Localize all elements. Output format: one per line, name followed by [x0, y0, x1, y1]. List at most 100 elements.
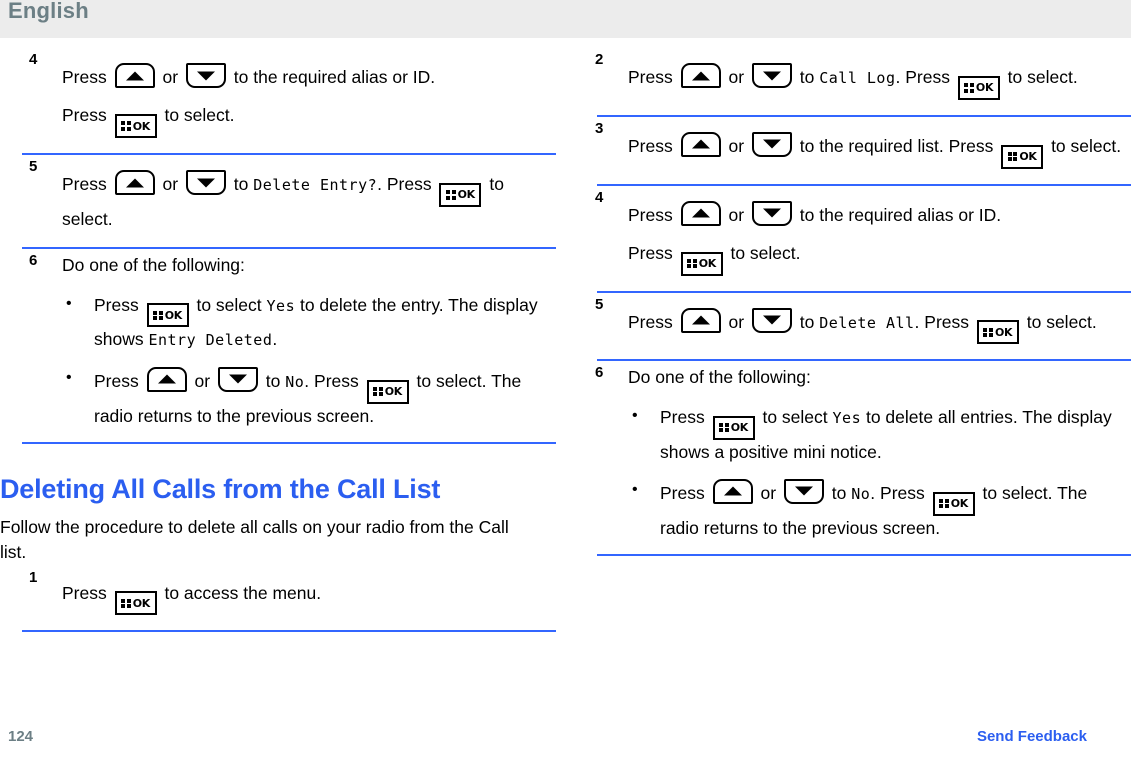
step-line: Press or to Call Log. Press OK to select… — [628, 63, 1122, 100]
ok-key-label: OK — [164, 308, 183, 322]
procedure-step: 3 Press or to the required list. Press OK… — [566, 117, 1131, 180]
menu-grid-icon — [939, 498, 949, 509]
radio-display-string: Yes — [266, 296, 296, 315]
arrow-down-key-icon — [185, 63, 226, 88]
step-bullet-list: Press OK to select Yes to delete all ent… — [628, 404, 1122, 541]
step-divider — [597, 554, 1131, 556]
triangle-glyph — [794, 486, 813, 496]
procedure-step: 5 Press or to Delete All. Press OK to sel… — [566, 293, 1131, 356]
menu-grid-dot — [692, 264, 697, 269]
menu-grid-dot — [724, 422, 729, 427]
body-text: to the required list. Press — [794, 135, 999, 156]
step-body: Do one of the following: Press OK to sele… — [628, 361, 1122, 550]
step-line: Press or to the required alias or ID. — [628, 200, 1122, 228]
body-text: to the required alias or ID. — [228, 67, 436, 87]
step-body: Press or to Delete Entry?. Press OK to s… — [62, 155, 556, 243]
menu-grid-dot — [944, 498, 949, 503]
menu-grid-dot — [153, 310, 158, 315]
triangle-glyph — [762, 71, 781, 80]
body-text: to — [794, 311, 820, 332]
body-text: . Press — [914, 311, 974, 332]
body-text: or — [189, 370, 215, 391]
body-text: . Press — [870, 482, 930, 503]
menu-grid-dot — [1007, 151, 1012, 156]
radio-display-string: Yes — [832, 408, 862, 427]
bullet-item: Press or to No. Press OK to select. The … — [628, 478, 1122, 541]
body-text: or — [723, 135, 749, 156]
menu-grid-dot — [121, 126, 126, 131]
menu-ok-key-icon: OK — [114, 114, 157, 139]
triangle-glyph — [691, 315, 710, 325]
step-number: 5 — [29, 158, 38, 176]
menu-grid-icon — [121, 121, 131, 131]
body-text: Press — [660, 482, 710, 503]
triangle-glyph — [196, 71, 215, 80]
menu-grid-dot — [378, 392, 383, 397]
step-line: Press OK to select. — [628, 241, 1122, 276]
menu-ok-key-icon: OK — [712, 415, 755, 440]
arrow-up-key-icon — [114, 63, 155, 88]
menu-grid-dot — [1007, 157, 1012, 162]
menu-grid-dot — [719, 428, 724, 433]
menu-ok-key-icon: OK — [932, 491, 975, 516]
body-text: Press — [62, 582, 112, 603]
triangle-glyph — [228, 374, 247, 384]
step-number: 3 — [595, 119, 604, 137]
step-line: Press or to Delete All. Press OK to sele… — [628, 307, 1122, 345]
step-body: Press or to the required alias or ID. Pre… — [62, 48, 556, 149]
menu-grid-dot — [687, 258, 692, 263]
menu-ok-key-icon: OK — [680, 251, 723, 276]
menu-grid-dot — [378, 386, 383, 391]
menu-grid-dot — [1013, 157, 1018, 162]
body-text: Press — [628, 311, 678, 332]
procedure-step: 2 Press or to Call Log. Press OK to selec… — [566, 48, 1131, 111]
step-body: Do one of the following: Press OK to sele… — [62, 249, 556, 438]
radio-display-string: Call Log — [819, 69, 896, 87]
step-body: Press OK to access the menu. — [62, 566, 556, 627]
body-text: Press — [62, 67, 112, 87]
bullet-item: Press OK to select Yes to delete all ent… — [628, 404, 1122, 465]
left-column: 4 Press or to the required alias or ID. Pr… — [0, 48, 566, 633]
page-header-band: English — [0, 0, 1131, 38]
menu-ok-key-icon: OK — [146, 303, 189, 328]
menu-ok-key-icon: OK — [114, 591, 157, 616]
step-number: 4 — [595, 188, 604, 206]
triangle-glyph — [157, 374, 176, 384]
radio-display-string: Delete All — [819, 313, 915, 332]
body-text: Press — [628, 204, 678, 225]
step-line: Press or to Delete Entry?. Press OK to s… — [62, 170, 556, 232]
body-text: . Press — [304, 370, 364, 391]
ok-key-label: OK — [457, 188, 476, 202]
arrow-up-key-icon — [680, 131, 721, 157]
step-title: Do one of the following: — [62, 255, 245, 276]
step-divider — [22, 630, 556, 633]
ok-key-label: OK — [1019, 150, 1037, 163]
procedure-step: 6 Do one of the following: Press OK to sel… — [566, 361, 1131, 550]
ok-key-label: OK — [730, 421, 749, 434]
menu-grid-dot — [153, 316, 158, 321]
menu-ok-key-icon: OK — [976, 320, 1019, 345]
arrow-down-key-icon — [751, 200, 792, 226]
body-text: or — [723, 67, 749, 87]
menu-grid-dot — [944, 504, 949, 509]
menu-grid-icon — [964, 83, 974, 93]
menu-grid-icon — [121, 598, 131, 609]
page-footer: 124 Send Feedback — [0, 728, 1131, 752]
menu-grid-dot — [964, 83, 969, 87]
body-text: Press — [660, 406, 710, 427]
step-title: Do one of the following: — [628, 367, 811, 388]
menu-grid-dot — [939, 498, 944, 503]
arrow-up-key-icon — [680, 307, 721, 333]
body-text: to access the menu. — [159, 582, 322, 603]
menu-grid-dot — [158, 310, 163, 315]
body-text: Press — [628, 242, 678, 263]
body-text: to select — [191, 294, 267, 315]
arrow-up-key-icon — [712, 478, 753, 504]
body-text: Press — [62, 105, 112, 126]
send-feedback-link[interactable]: Send Feedback — [977, 728, 1087, 745]
ok-key-label: OK — [994, 325, 1013, 339]
step-line: Press OK to access the menu. — [62, 581, 556, 616]
body-text: or — [157, 67, 183, 87]
step-body: Press or to the required alias or ID. Pre… — [628, 186, 1122, 287]
menu-grid-dot — [373, 392, 378, 397]
